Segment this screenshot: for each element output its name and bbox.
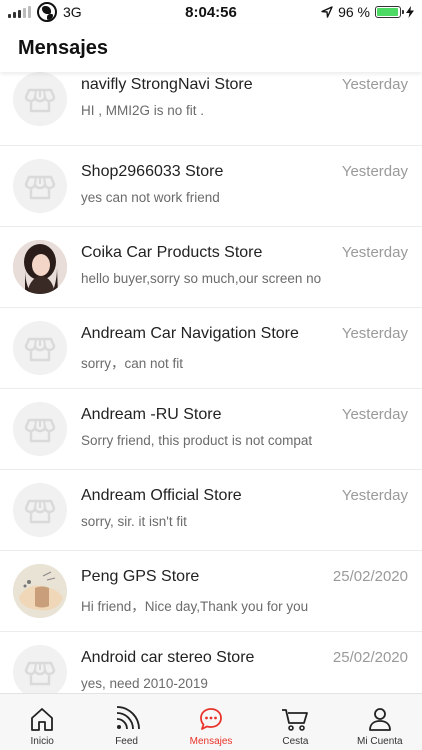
conversation-item[interactable]: Shop2966033 Store Yesterday yes can not … — [0, 146, 422, 227]
message-time: Yesterday — [341, 163, 408, 180]
store-name: Android car stereo Store — [81, 649, 255, 666]
store-icon — [13, 402, 67, 456]
store-avatar-photo — [13, 564, 67, 618]
store-name: Peng GPS Store — [81, 568, 200, 585]
globe-icon — [37, 2, 57, 22]
conversation-item[interactable]: Andream Official Store Yesterday sorry, … — [0, 470, 422, 551]
message-time: Yesterday — [341, 325, 408, 342]
tab-label: Inicio — [30, 736, 54, 747]
message-preview: yes can not work friend — [81, 190, 220, 205]
message-preview: Sorry friend, this product is not compat — [81, 433, 313, 448]
tab-feed[interactable]: Feed — [84, 694, 168, 750]
status-bar: 3G 8:04:56 96 % — [0, 0, 422, 24]
battery-percent: 96 % — [338, 4, 370, 20]
tab-label: Cesta — [282, 736, 309, 747]
bottom-tab-bar: Inicio Feed Mensajes Cesta Mi Cuenta — [0, 693, 422, 750]
store-name: navifly StrongNavi Store — [81, 76, 253, 93]
store-name: Andream Car Navigation Store — [81, 325, 299, 342]
tab-mensajes[interactable]: Mensajes — [169, 694, 253, 750]
page-header: Mensajes — [0, 24, 422, 72]
store-icon — [13, 483, 67, 537]
tab-inicio[interactable]: Inicio — [0, 694, 84, 750]
tab-label: Mensajes — [189, 736, 233, 747]
message-time: Yesterday — [341, 406, 408, 423]
conversation-item[interactable]: Peng GPS Store 25/02/2020 Hi friend，Nice… — [0, 551, 422, 632]
message-preview: yes, need 2010-2019 — [81, 676, 208, 691]
tab-label: Feed — [115, 736, 138, 747]
charging-bolt-icon — [406, 6, 414, 18]
store-icon — [13, 645, 67, 694]
tab-cesta[interactable]: Cesta — [253, 694, 337, 750]
store-name: Coika Car Products Store — [81, 244, 263, 261]
store-name: Shop2966033 Store — [81, 163, 224, 180]
conversation-item[interactable]: navifly StrongNavi Store Yesterday HI , … — [0, 72, 422, 146]
conversation-item[interactable]: Android car stereo Store 25/02/2020 yes,… — [0, 632, 422, 694]
store-avatar-photo — [13, 240, 67, 294]
message-preview: HI , MMI2G is no fit . — [81, 103, 205, 118]
message-time: Yesterday — [341, 487, 408, 504]
store-icon — [13, 159, 67, 213]
conversation-item[interactable]: Coika Car Products Store Yesterday hello… — [0, 227, 422, 308]
conversation-item[interactable]: Andream Car Navigation Store Yesterday s… — [0, 308, 422, 389]
message-time: Yesterday — [341, 76, 408, 93]
cart-icon — [282, 709, 309, 731]
message-preview: sorry，can not fit — [81, 356, 184, 371]
signal-strength-icon — [8, 6, 31, 18]
home-icon — [31, 708, 54, 731]
message-preview: Hi friend，Nice day,Thank you for you — [81, 599, 309, 614]
feed-icon — [116, 706, 140, 730]
location-arrow-icon — [321, 6, 333, 18]
message-time: 25/02/2020 — [332, 649, 408, 666]
store-name: Andream Official Store — [81, 487, 242, 504]
conversation-list[interactable]: navifly StrongNavi Store Yesterday HI , … — [0, 72, 422, 694]
store-icon — [13, 72, 67, 126]
page-title: Mensajes — [18, 36, 109, 59]
tab-label: Mi Cuenta — [357, 736, 403, 747]
account-icon — [368, 708, 391, 731]
store-name: Andream -RU Store — [81, 406, 222, 423]
battery-icon — [375, 6, 404, 18]
message-time: 25/02/2020 — [332, 568, 408, 585]
message-time: Yesterday — [341, 244, 408, 261]
tab-mi-cuenta[interactable]: Mi Cuenta — [338, 694, 422, 750]
conversation-item[interactable]: Andream -RU Store Yesterday Sorry friend… — [0, 389, 422, 470]
network-type: 3G — [63, 4, 82, 20]
store-icon — [13, 321, 67, 375]
message-preview: hello buyer,sorry so much,our screen no — [81, 271, 322, 286]
chat-icon — [200, 708, 222, 730]
message-preview: sorry, sir. it isn't fit — [81, 514, 187, 529]
